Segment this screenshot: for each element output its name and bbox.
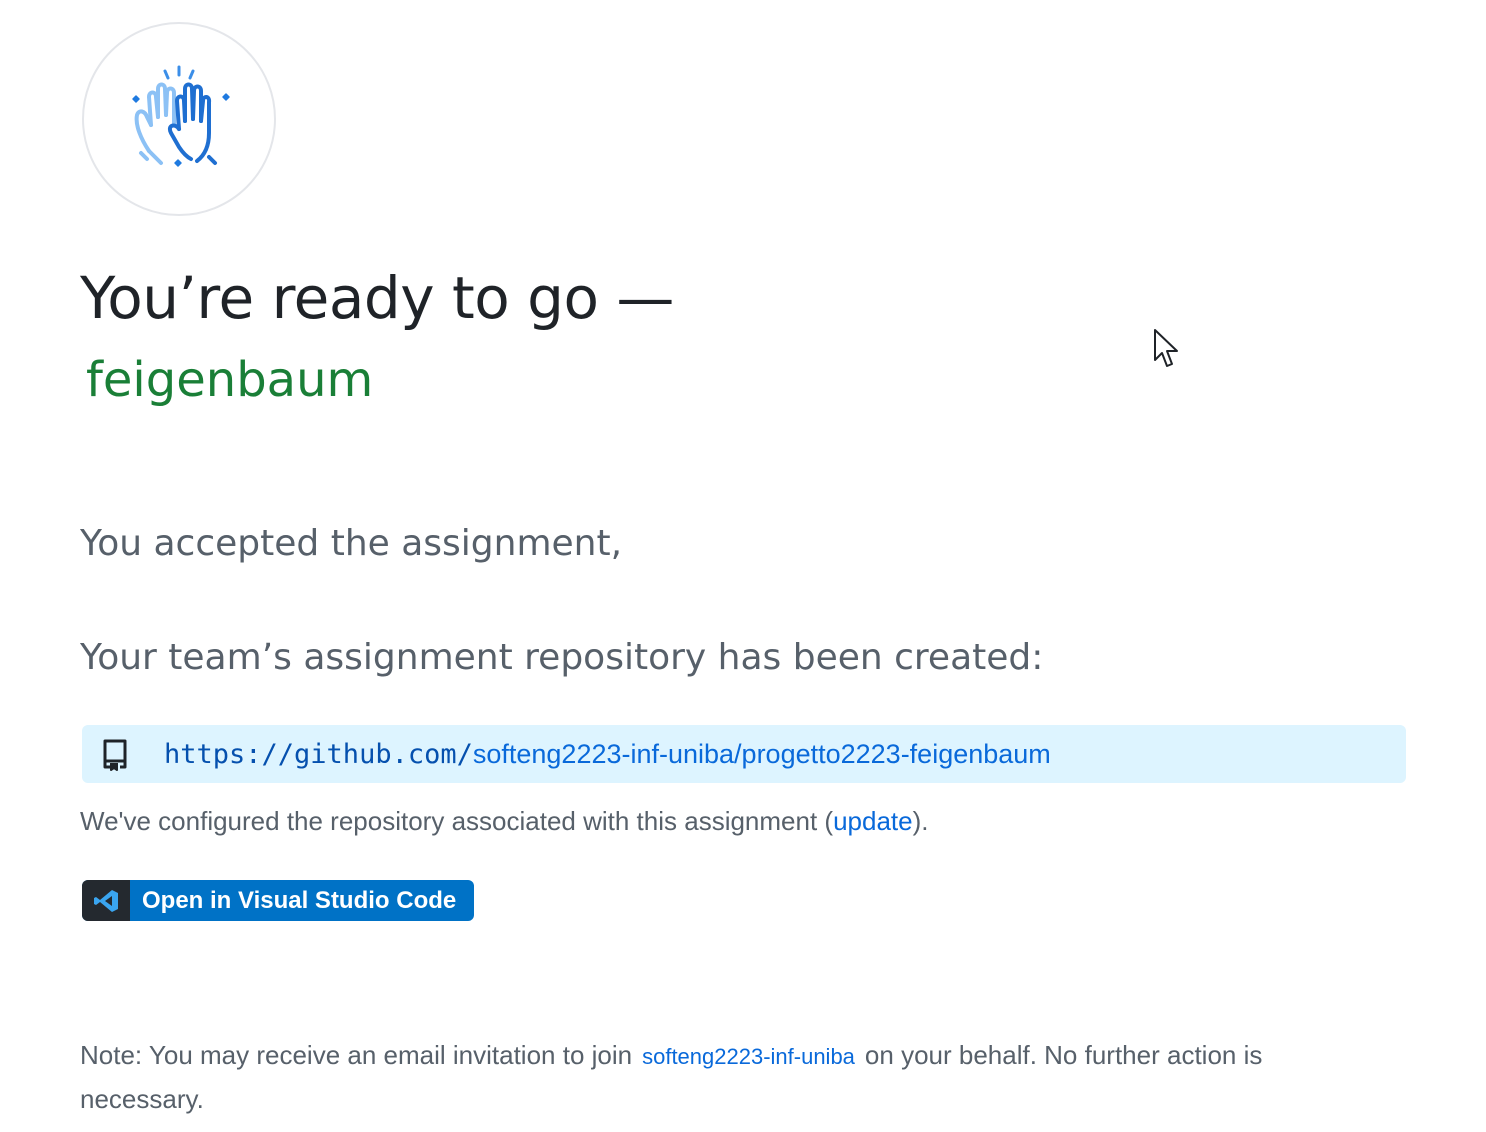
accepted-assignment-text: You accepted the assignment, (80, 523, 623, 564)
high-five-icon (132, 65, 230, 167)
high-five-avatar (82, 22, 276, 216)
repository-url-prefix: https://github.com/ (164, 738, 473, 770)
open-in-vscode-label: Open in Visual Studio Code (142, 887, 457, 914)
repo-icon (100, 737, 130, 771)
team-name: feigenbaum (86, 352, 374, 408)
configured-repository-text: We've configured the repository associat… (80, 806, 929, 837)
configured-text-before: We've configured the repository associat… (80, 806, 834, 836)
vscode-icon (82, 880, 130, 921)
open-in-vscode-button[interactable]: Open in Visual Studio Code (82, 880, 474, 921)
mouse-cursor-icon (1154, 329, 1178, 367)
repository-url-link[interactable]: https://github.com/softeng2223-inf-uniba… (164, 739, 1051, 770)
note-text-before: Note: You may receive an email invitatio… (80, 1040, 633, 1070)
page-title: You’re ready to go — (80, 264, 674, 332)
org-link[interactable]: softeng2223-inf-uniba (642, 1044, 855, 1069)
assignment-accepted-page: You’re ready to go — feigenbaum You acce… (0, 0, 1486, 1132)
repository-url-path: softeng2223-inf-uniba/progetto2223-feige… (472, 738, 1051, 769)
update-link[interactable]: update (833, 806, 913, 836)
configured-text-after: ). (912, 806, 929, 836)
repository-created-text: Your team’s assignment repository has be… (80, 637, 1044, 678)
org-invitation-note: Note: You may receive an email invitatio… (80, 1034, 1320, 1121)
repository-link-box: https://github.com/softeng2223-inf-uniba… (82, 725, 1406, 783)
